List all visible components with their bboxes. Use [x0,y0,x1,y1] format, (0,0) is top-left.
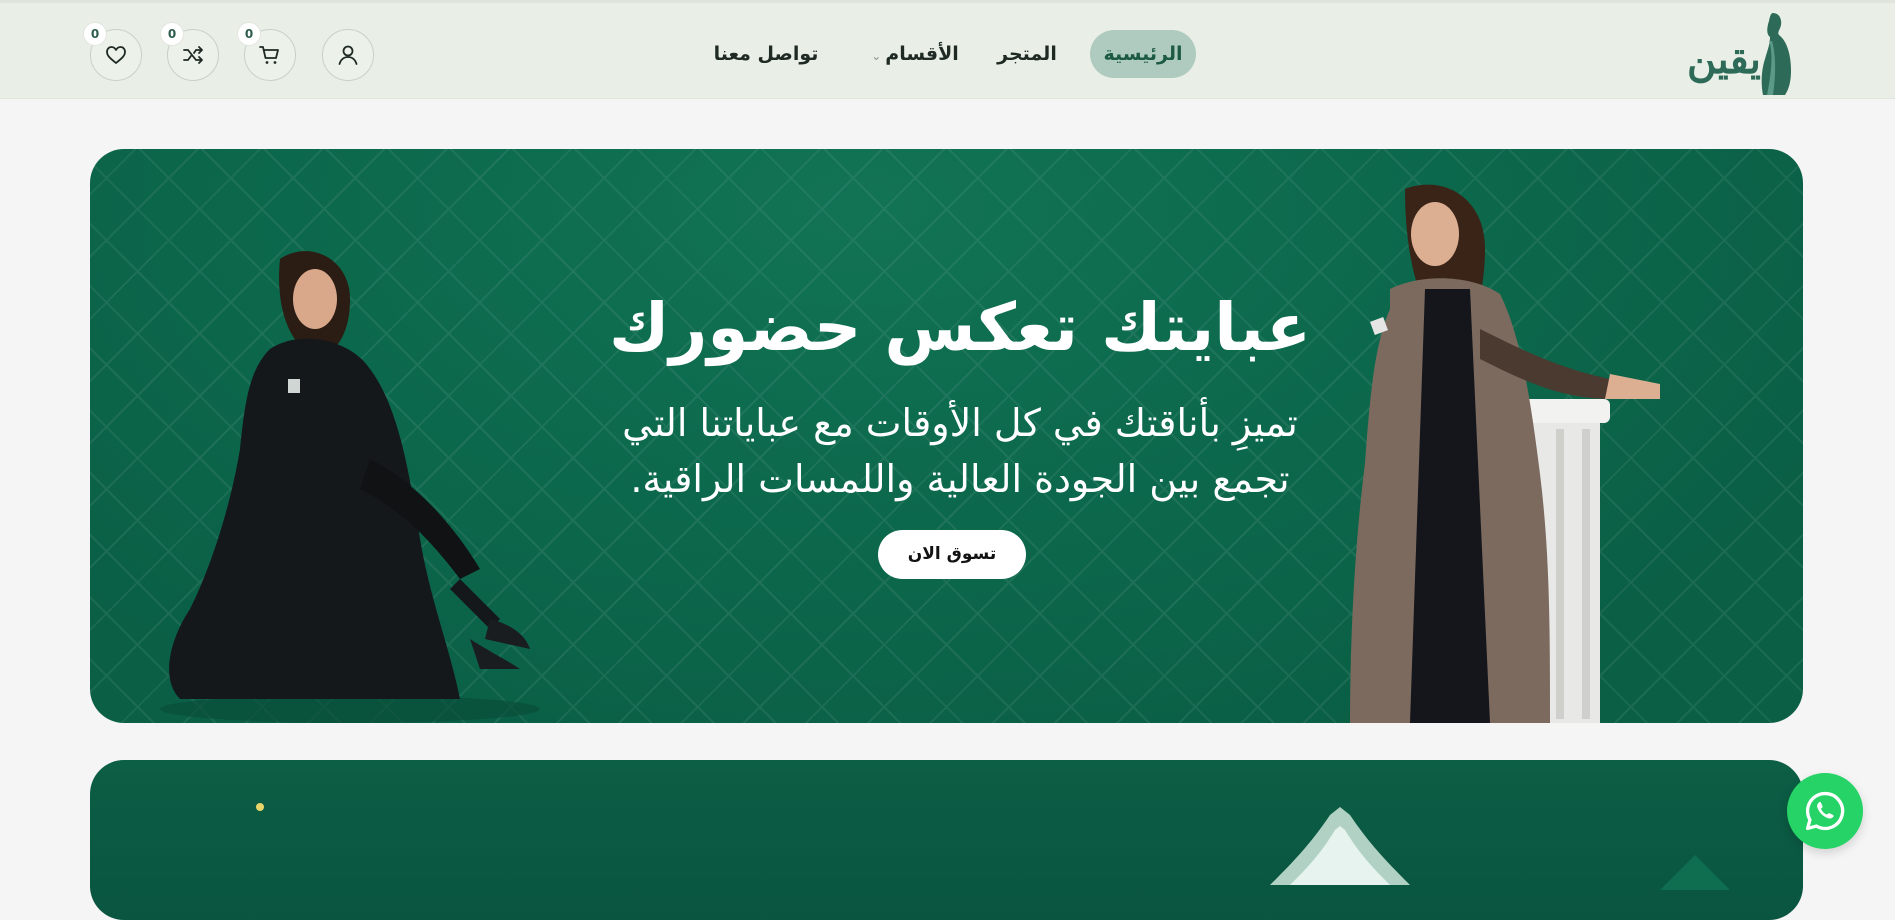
whatsapp-button[interactable] [1787,773,1863,849]
svg-text:يقين: يقين [1687,36,1761,84]
wishlist-count-badge: 0 [83,22,107,46]
cart-count-badge: 0 [237,22,261,46]
lantern-decoration-icon [1270,807,1410,885]
hero-banner: عبايتك تعكس حضورك تميزِ بأناقتك في كل ال… [90,149,1803,723]
nav-categories[interactable]: الأقسام⌄ [862,30,968,78]
nav-home[interactable]: الرئيسية [1090,30,1196,78]
hero-title: عبايتك تعكس حضورك [608,289,1312,366]
wishlist-button[interactable]: 0 [83,22,142,81]
hero-subtitle-line1: تميزِ بأناقتك في كل الأوقات مع عباياتنا … [622,401,1298,445]
hero-subtitle: تميزِ بأناقتك في كل الأوقات مع عباياتنا … [510,395,1410,507]
cart-icon [259,46,279,64]
chevron-down-icon: ⌄ [871,49,882,63]
nav-contact[interactable]: تواصل معنا [706,30,826,78]
nav-categories-label: الأقسام [885,43,959,65]
hero-subtitle-line2: تجمع بين الجودة العالية واللمسات الراقية… [630,457,1290,501]
site-logo[interactable]: يقين [1685,11,1805,97]
arch-decoration-icon [1660,855,1730,890]
compare-button[interactable]: 0 [160,22,219,81]
shop-now-button[interactable]: تسوق الان [878,530,1026,579]
user-icon [338,45,358,65]
logo-icon: يقين [1687,13,1791,95]
whatsapp-icon [1805,791,1845,831]
site-header: يقين الرئيسية المتجر الأقسام⌄ تواصل معنا… [0,0,1895,99]
account-button[interactable] [322,29,374,81]
nav-store[interactable]: المتجر [992,30,1062,78]
heart-icon [106,46,126,64]
secondary-banner [90,760,1803,920]
star-decoration-icon [256,803,264,811]
compare-count-badge: 0 [160,22,184,46]
cart-button[interactable]: 0 [237,22,296,81]
shuffle-icon [183,46,203,64]
